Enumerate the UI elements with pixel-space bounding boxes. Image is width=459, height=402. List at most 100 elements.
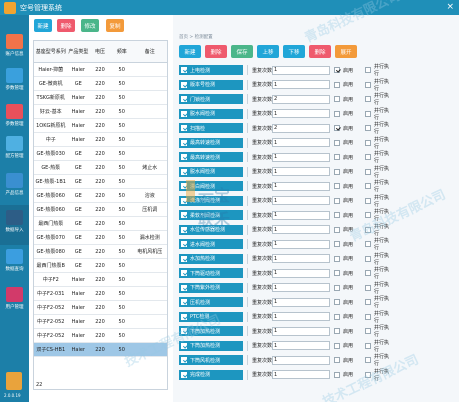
test-item-checkbox[interactable] (181, 270, 187, 277)
parallel-checkbox[interactable] (365, 168, 371, 175)
parallel-checkbox[interactable] (365, 67, 371, 74)
test-item-tag[interactable]: 完成检测 (179, 369, 243, 380)
sidebar-item[interactable]: 配方管理 (0, 131, 29, 171)
enable-checkbox[interactable] (334, 328, 340, 335)
parallel-checkbox[interactable] (365, 357, 371, 364)
test-item-tag[interactable]: 最高转速检测 (179, 137, 243, 148)
enable-checkbox[interactable] (334, 168, 340, 175)
test-item-checkbox[interactable] (181, 226, 187, 233)
table-row[interactable]: GE-微商机 GE 220 50 (34, 77, 167, 91)
parallel-checkbox[interactable] (365, 197, 371, 204)
table-row[interactable]: 中子F2-052 Haier 220 50 (34, 301, 167, 315)
table-row[interactable]: GE-热泵070 GE 220 50 漏水检测 (34, 231, 167, 245)
test-item-checkbox[interactable] (181, 154, 187, 161)
sidebar-item[interactable]: 数据导入 (0, 205, 29, 245)
test-item-tag[interactable]: 下筒加热检测 (179, 340, 243, 351)
parallel-checkbox[interactable] (365, 328, 371, 335)
column-header[interactable]: 基座型号系列 (34, 41, 67, 62)
test-item-checkbox[interactable] (181, 342, 187, 349)
repeat-count-input[interactable]: 1 (272, 254, 330, 264)
table-row[interactable]: 中子 Haier 220 50 (34, 133, 167, 147)
test-item-checkbox[interactable] (181, 255, 187, 262)
test-item-checkbox[interactable] (181, 96, 187, 103)
table-row[interactable]: 中子F2-052 Haier 220 50 (34, 329, 167, 343)
enable-checkbox[interactable] (334, 154, 340, 161)
repeat-count-input[interactable]: 2 (272, 123, 330, 133)
repeat-count-input[interactable]: 1 (272, 297, 330, 307)
test-item-tag[interactable]: 脱水阀检测 (179, 166, 243, 177)
test-item-checkbox[interactable] (181, 183, 187, 190)
column-header[interactable]: 电压 (89, 41, 111, 62)
test-item-checkbox[interactable] (181, 212, 187, 219)
repeat-count-input[interactable]: 1 (272, 152, 330, 162)
enable-checkbox[interactable] (334, 81, 340, 88)
test-item-checkbox[interactable] (181, 328, 187, 335)
enable-checkbox[interactable] (334, 241, 340, 248)
table-row[interactable]: 1OKG新原机 Haier 220 50 (34, 119, 167, 133)
enable-checkbox[interactable] (334, 357, 340, 364)
enable-checkbox[interactable] (334, 197, 340, 204)
table-row[interactable]: TSKG新原机 Haier 220 50 (34, 91, 167, 105)
enable-checkbox[interactable] (334, 270, 340, 277)
test-item-tag[interactable]: 上电检测 (179, 65, 243, 76)
enable-checkbox[interactable] (334, 284, 340, 291)
config-toolbar-button[interactable]: 保存 (231, 45, 253, 58)
test-item-checkbox[interactable] (181, 313, 187, 320)
column-header[interactable]: 频率 (111, 41, 133, 62)
parallel-checkbox[interactable] (365, 226, 371, 233)
left-toolbar-button[interactable]: 复制 (106, 19, 124, 32)
test-item-checkbox[interactable] (181, 139, 187, 146)
test-item-tag[interactable]: 下筒驱动检测 (179, 268, 243, 279)
sidebar-item[interactable]: 参数管理 (0, 63, 29, 103)
test-item-checkbox[interactable] (181, 299, 187, 306)
test-item-tag[interactable]: 水位传感器检测 (179, 224, 243, 235)
config-toolbar-button[interactable]: 下移 (283, 45, 305, 58)
repeat-count-input[interactable]: 1 (272, 370, 330, 380)
test-item-checkbox[interactable] (181, 284, 187, 291)
sidebar-item[interactable]: 用户管理 (0, 282, 29, 322)
enable-checkbox[interactable] (334, 110, 340, 117)
parallel-checkbox[interactable] (365, 110, 371, 117)
enable-checkbox[interactable] (334, 313, 340, 320)
table-row[interactable]: 双子CS-HB1 Haier 220 50 (34, 343, 167, 357)
parallel-checkbox[interactable] (365, 241, 371, 248)
test-item-tag[interactable]: 柔软剂阀检测 (179, 210, 243, 221)
parallel-checkbox[interactable] (365, 299, 371, 306)
repeat-count-input[interactable]: 1 (272, 239, 330, 249)
test-item-tag[interactable]: 脱水阀检测 (179, 108, 243, 119)
table-row[interactable]: 中子F2 Haier 220 50 (34, 273, 167, 287)
parallel-checkbox[interactable] (365, 255, 371, 262)
close-icon[interactable]: × (446, 3, 454, 12)
test-item-checkbox[interactable] (181, 110, 187, 117)
test-item-checkbox[interactable] (181, 168, 187, 175)
repeat-count-input[interactable]: 2 (272, 94, 330, 104)
table-row[interactable]: GE-热泵030 GE 220 50 (34, 147, 167, 161)
test-item-tag[interactable]: 扫描检 (179, 123, 243, 134)
table-row[interactable]: 中子F2-052 Haier 220 50 (34, 315, 167, 329)
table-row[interactable]: 最西门热泵B GE 220 50 (34, 259, 167, 273)
test-item-tag[interactable]: 最高转速检测 (179, 152, 243, 163)
column-header[interactable]: 备注 (133, 41, 167, 62)
table-row[interactable]: GE-热泵 GE 220 50 烤止水 (34, 161, 167, 175)
enable-checkbox[interactable] (334, 226, 340, 233)
parallel-checkbox[interactable] (365, 183, 371, 190)
parallel-checkbox[interactable] (365, 96, 371, 103)
test-item-tag[interactable]: 门锁检测 (179, 94, 243, 105)
repeat-count-input[interactable]: 1 (272, 109, 330, 119)
enable-checkbox[interactable] (334, 212, 340, 219)
left-toolbar-button[interactable]: 删除 (57, 19, 75, 32)
repeat-count-input[interactable]: 1 (272, 167, 330, 177)
repeat-count-input[interactable]: 1 (272, 65, 330, 75)
enable-checkbox[interactable] (334, 96, 340, 103)
parallel-checkbox[interactable] (365, 342, 371, 349)
left-toolbar-button[interactable]: 新建 (34, 19, 52, 32)
enable-checkbox[interactable] (334, 139, 340, 146)
parallel-checkbox[interactable] (365, 212, 371, 219)
parallel-checkbox[interactable] (365, 313, 371, 320)
test-item-checkbox[interactable] (181, 197, 187, 204)
config-toolbar-button[interactable]: 上移 (257, 45, 279, 58)
parallel-checkbox[interactable] (365, 371, 371, 378)
table-row[interactable]: GE-热泵060 GE 220 50 压机调 (34, 203, 167, 217)
test-item-checkbox[interactable] (181, 67, 187, 74)
test-item-tag[interactable]: 下筒加热检测 (179, 326, 243, 337)
